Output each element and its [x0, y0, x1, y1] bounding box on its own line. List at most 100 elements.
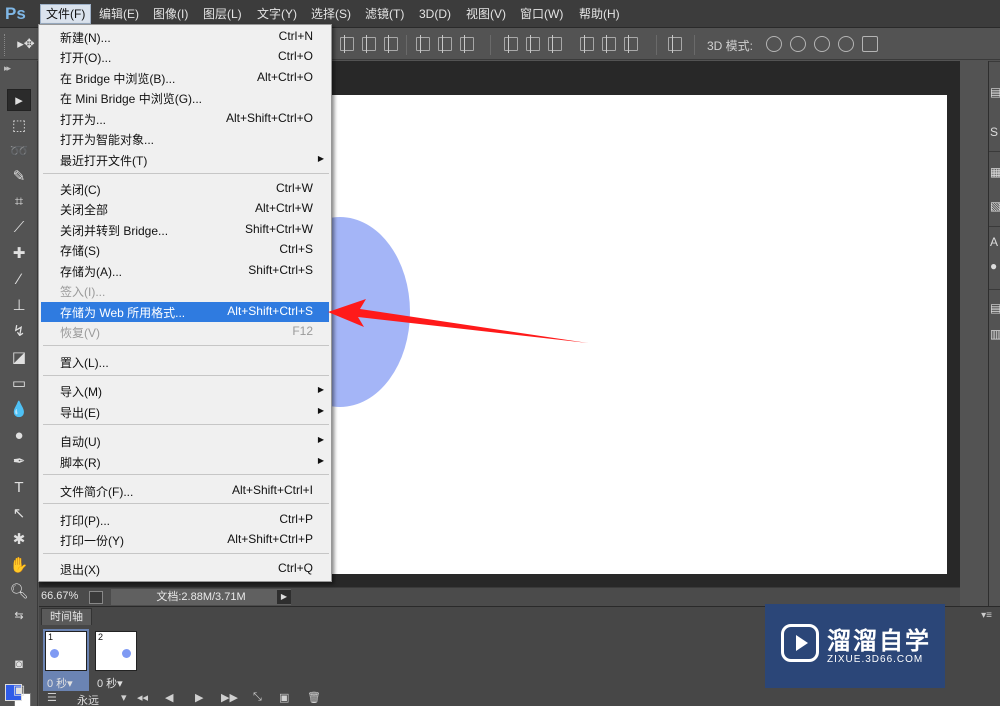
menu-window[interactable]: 窗口(W) [515, 5, 568, 23]
first-frame-icon[interactable]: ◂◂ [137, 691, 148, 704]
shape-tool-icon[interactable]: ✱ [7, 529, 31, 551]
distribute-hcenter-icon[interactable] [602, 35, 616, 53]
menu-item-place[interactable]: 置入(L)... [41, 352, 329, 372]
hand-tool-icon[interactable]: ✋ [7, 555, 31, 577]
align-right-icon[interactable] [460, 35, 474, 53]
3d-rotate-icon[interactable] [766, 36, 782, 52]
path-select-tool-icon[interactable]: ↖ [7, 503, 31, 525]
menu-type[interactable]: 文字(Y) [252, 5, 302, 23]
collapse-panel-icon[interactable]: ▸▸ [4, 63, 11, 74]
menu-item-open-as[interactable]: 打开为... Alt+Shift+Ctrl+O [41, 109, 329, 129]
zoom-tool-icon[interactable]: 🔍︎ [7, 581, 31, 603]
panel-icon[interactable]: ▤ [990, 301, 1000, 315]
align-top-icon[interactable] [340, 35, 354, 53]
frame-delay[interactable]: 0 秒▾ [97, 675, 123, 691]
eraser-tool-icon[interactable]: ◪ [7, 347, 31, 369]
play-icon[interactable]: ▶ [195, 691, 203, 704]
menu-item-print[interactable]: 打印(P)... Ctrl+P [41, 510, 329, 530]
menu-item-save-as[interactable]: 存储为(A)... Shift+Ctrl+S [41, 261, 329, 281]
menu-item-print-one-copy[interactable]: 打印一份(Y) Alt+Shift+Ctrl+P [41, 530, 329, 550]
move-tool-icon[interactable]: ▸ [7, 89, 31, 111]
menu-item-browse-bridge[interactable]: 在 Bridge 中浏览(B)... Alt+Ctrl+O [41, 68, 329, 88]
loop-select[interactable]: 永远 [77, 692, 137, 706]
delete-frame-icon[interactable]: 🗑︎ [307, 691, 321, 704]
quick-mask-icon[interactable]: ◙ [7, 653, 31, 675]
screen-mode-icon[interactable]: ▣ [7, 679, 31, 701]
menu-item-recent-files[interactable]: 最近打开文件(T) ▶ [41, 150, 329, 170]
swap-colors-icon[interactable]: ⇆ [7, 605, 31, 627]
menu-item-file-info[interactable]: 文件简介(F)... Alt+Shift+Ctrl+I [41, 481, 329, 501]
distribute-bottom-icon[interactable] [548, 35, 562, 53]
menu-item-close-all[interactable]: 关闭全部 Alt+Ctrl+W [41, 199, 329, 219]
3d-pan-icon[interactable] [814, 36, 830, 52]
menu-item-close-go-bridge[interactable]: 关闭并转到 Bridge... Shift+Ctrl+W [41, 220, 329, 240]
panel-menu-icon[interactable]: ▾≡ [981, 610, 992, 621]
distribute-right-icon[interactable] [624, 35, 638, 53]
menu-item-save-for-web[interactable]: 存储为 Web 所用格式... Alt+Shift+Ctrl+S [41, 302, 329, 322]
status-icon[interactable] [89, 591, 103, 604]
timeline-frame-2[interactable]: 2 0 秒▾ [93, 629, 139, 691]
eyedropper-tool-icon[interactable]: ⟋ [7, 217, 31, 239]
align-hcenter-icon[interactable] [438, 35, 452, 53]
distribute-top-icon[interactable] [504, 35, 518, 53]
previous-frame-icon[interactable]: ◀ [165, 691, 173, 704]
convert-timeline-icon[interactable]: ☰ [47, 691, 57, 704]
panel-icon[interactable]: S [990, 125, 998, 139]
3d-slide-icon[interactable] [838, 36, 854, 52]
lasso-tool-icon[interactable]: ➿ [7, 141, 31, 163]
menu-3d[interactable]: 3D(D) [414, 5, 456, 23]
status-menu-arrow-icon[interactable]: ▶ [277, 590, 291, 604]
panel-icon[interactable]: ▦ [990, 165, 1000, 179]
pen-tool-icon[interactable]: ✒ [7, 451, 31, 473]
menu-item-browse-mini-bridge[interactable]: 在 Mini Bridge 中浏览(G)... [41, 88, 329, 108]
panel-icon[interactable]: A [990, 235, 998, 249]
timeline-frame-1[interactable]: 1 0 秒▾ [43, 629, 89, 691]
menu-item-new[interactable]: 新建(N)... Ctrl+N [41, 27, 329, 47]
menu-item-open[interactable]: 打开(O)... Ctrl+O [41, 47, 329, 67]
align-vcenter-icon[interactable] [362, 35, 376, 53]
blur-tool-icon[interactable]: 💧 [7, 399, 31, 421]
distribute-left-icon[interactable] [580, 35, 594, 53]
zoom-level[interactable]: 66.67% [41, 590, 78, 602]
menu-item-save[interactable]: 存储(S) Ctrl+S [41, 240, 329, 260]
menu-file[interactable]: 文件(F) [40, 4, 92, 24]
menu-item-automate[interactable]: 自动(U) ▶ [41, 431, 329, 451]
move-tool-preset-icon[interactable]: ▸✥ [14, 33, 38, 55]
crop-tool-icon[interactable]: ⌗ [7, 191, 31, 213]
3d-roll-icon[interactable] [790, 36, 806, 52]
menu-item-exit[interactable]: 退出(X) Ctrl+Q [41, 559, 329, 579]
menu-item-open-smart-object[interactable]: 打开为智能对象... [41, 129, 329, 149]
clone-stamp-tool-icon[interactable]: ⊥ [7, 295, 31, 317]
menu-select[interactable]: 选择(S) [306, 5, 356, 23]
tab-timeline[interactable]: 时间轴 [41, 608, 92, 625]
menu-view[interactable]: 视图(V) [461, 5, 511, 23]
tween-icon[interactable]: ⤡ [253, 691, 262, 704]
3d-scale-icon[interactable] [862, 36, 878, 52]
healing-brush-tool-icon[interactable]: ✚ [7, 243, 31, 265]
marquee-tool-icon[interactable]: ⬚ [7, 115, 31, 137]
frame-delay[interactable]: 0 秒▾ [47, 675, 73, 691]
panel-icon[interactable]: ▥ [990, 327, 1000, 341]
dodge-tool-icon[interactable]: ● [7, 425, 31, 447]
brush-tool-icon[interactable]: ∕ [7, 269, 31, 291]
align-bottom-icon[interactable] [384, 35, 398, 53]
menu-edit[interactable]: 编辑(E) [94, 5, 144, 23]
auto-align-layers-icon[interactable] [668, 35, 682, 53]
history-brush-tool-icon[interactable]: ↯ [7, 321, 31, 343]
distribute-vcenter-icon[interactable] [526, 35, 540, 53]
panel-icon[interactable]: ▤ [990, 85, 1000, 99]
panel-icon[interactable]: ▧ [990, 199, 1000, 213]
menu-help[interactable]: 帮助(H) [574, 5, 625, 23]
menu-item-scripts[interactable]: 脚本(R) ▶ [41, 452, 329, 472]
menu-item-export[interactable]: 导出(E) ▶ [41, 402, 329, 422]
loop-dropdown-icon[interactable]: ▾ [121, 691, 127, 704]
menu-item-close[interactable]: 关闭(C) Ctrl+W [41, 179, 329, 199]
type-tool-icon[interactable]: T [7, 477, 31, 499]
menu-layer[interactable]: 图层(L) [198, 5, 247, 23]
menu-item-import[interactable]: 导入(M) ▶ [41, 381, 329, 401]
menu-filter[interactable]: 滤镜(T) [360, 5, 409, 23]
quick-select-tool-icon[interactable]: ✎ [7, 166, 31, 188]
duplicate-frame-icon[interactable]: ▣ [279, 691, 289, 704]
next-frame-icon[interactable]: ▶▶ [221, 691, 238, 704]
panel-icon[interactable]: ● [990, 259, 997, 273]
